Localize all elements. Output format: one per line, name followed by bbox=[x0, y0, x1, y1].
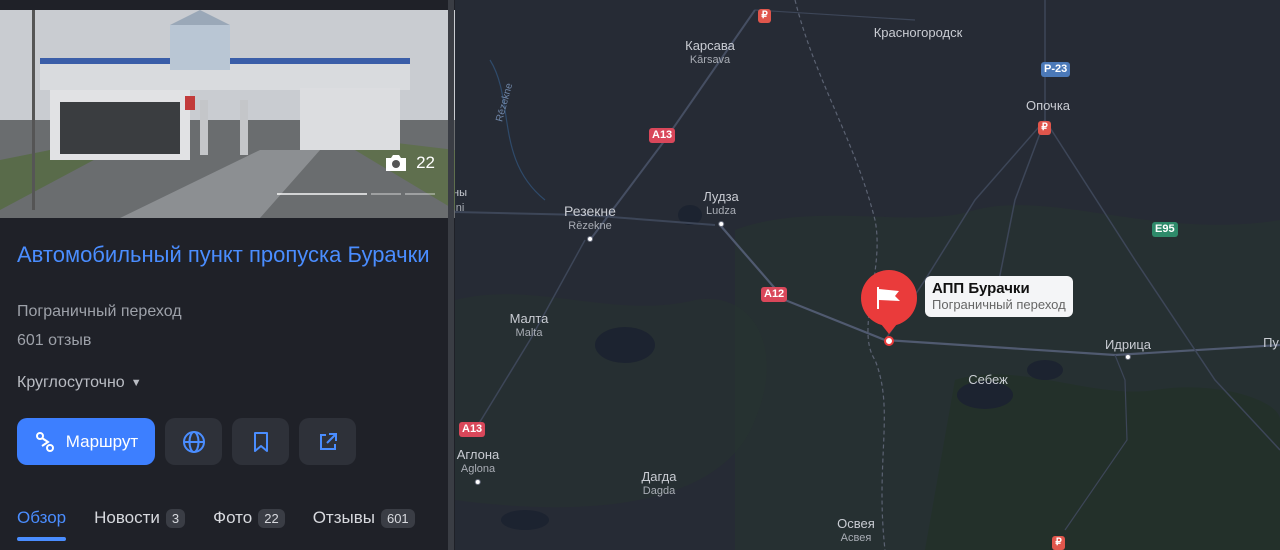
photo-indicator bbox=[371, 193, 401, 195]
road-badge-r23: P-23 bbox=[1041, 62, 1071, 77]
road-badge-e95: E95 bbox=[1152, 222, 1178, 237]
route-button[interactable]: Маршрут bbox=[17, 418, 155, 465]
city-name: Красногородск bbox=[873, 25, 963, 40]
tab-photos[interactable]: Фото 22 bbox=[213, 505, 285, 531]
route-button-label: Маршрут bbox=[65, 431, 139, 451]
city-name: Резекне bbox=[564, 203, 616, 219]
place-card: 22 Автомобильный пункт пропуска Бурачки … bbox=[0, 0, 455, 550]
save-bookmark-button[interactable] bbox=[232, 418, 289, 465]
map[interactable]: Карсава Kārsava Красногородск Опочка Рез… bbox=[455, 0, 1280, 550]
city-dot bbox=[718, 221, 724, 227]
city-name: Себеж bbox=[968, 372, 1008, 387]
pin-title: АПП Бурачки bbox=[932, 280, 1030, 297]
photo-count-value: 22 bbox=[416, 153, 435, 172]
photo-indicator bbox=[405, 193, 435, 195]
photo-indicator bbox=[277, 193, 367, 195]
place-point bbox=[884, 336, 894, 346]
city-osveya[interactable]: Освея Асвея bbox=[837, 516, 875, 546]
city-dot bbox=[475, 479, 481, 485]
place-pin[interactable] bbox=[861, 270, 917, 334]
globe-icon bbox=[182, 430, 205, 453]
website-button[interactable] bbox=[165, 418, 222, 465]
pin-subtitle: Пограничный переход bbox=[932, 297, 1066, 312]
reviews-count[interactable]: 601 отзыв bbox=[17, 332, 91, 350]
checkpoint-photo bbox=[0, 10, 455, 218]
camera-icon bbox=[386, 155, 407, 171]
city-dagda[interactable]: Дагда Dagda bbox=[641, 469, 676, 499]
road-badge-a13: A13 bbox=[649, 128, 676, 143]
action-buttons: Маршрут bbox=[17, 418, 356, 465]
city-name-latin: Rēzekne bbox=[568, 220, 612, 232]
tab-label: Отзывы bbox=[312, 508, 375, 527]
place-tabs: Обзор Новости 3 Фото 22 Отзывы 601 bbox=[17, 505, 415, 541]
city-karsava[interactable]: Карсава Kārsava bbox=[685, 38, 735, 68]
tab-label: Новости bbox=[94, 508, 160, 527]
city-name: Малта bbox=[509, 311, 549, 326]
tab-reviews[interactable]: Отзывы 601 bbox=[313, 505, 415, 531]
edge-label-text: ны bbox=[455, 187, 467, 199]
fuel-station-icon[interactable]: ₽ bbox=[1038, 121, 1051, 135]
edge-label-1: ны ni bbox=[455, 186, 467, 216]
city-name-latin: Malta bbox=[515, 327, 543, 339]
tab-overview[interactable]: Обзор bbox=[17, 505, 67, 541]
panel-scrollbar[interactable] bbox=[448, 0, 454, 550]
hours-label: Круглосуточно bbox=[17, 374, 125, 391]
share-button[interactable] bbox=[299, 418, 356, 465]
opening-hours[interactable]: Круглосуточно ▼ bbox=[17, 374, 142, 392]
city-name-latin: Ludza bbox=[706, 205, 736, 217]
tab-label: Фото bbox=[213, 508, 253, 527]
city-ludza[interactable]: Лудза Ludza bbox=[703, 189, 739, 227]
city-name: Идрица bbox=[1104, 337, 1152, 352]
city-aglona[interactable]: Аглона Aglona bbox=[456, 447, 500, 485]
city-name: Аглона bbox=[456, 447, 500, 462]
road-badge-a12: A12 bbox=[761, 287, 788, 302]
place-title: Автомобильный пункт пропуска Бурачки bbox=[17, 242, 430, 267]
city-malta[interactable]: Малта Malta bbox=[510, 311, 549, 341]
city-name: Пу bbox=[1263, 335, 1279, 350]
city-name: Опочка bbox=[1025, 98, 1071, 113]
share-icon bbox=[319, 432, 337, 450]
border-flag-icon bbox=[877, 287, 900, 309]
city-pu[interactable]: Пу bbox=[1263, 335, 1279, 350]
city-dot bbox=[1124, 354, 1131, 360]
route-icon bbox=[35, 431, 54, 452]
city-name-latin: Асвея bbox=[840, 532, 872, 544]
fuel-station-icon[interactable]: ₽ bbox=[758, 9, 771, 23]
city-name-latin: Kārsava bbox=[689, 54, 731, 66]
road-badge-a13: A13 bbox=[459, 422, 486, 437]
tab-badge: 22 bbox=[258, 508, 285, 528]
city-name: Освея bbox=[837, 516, 875, 531]
city-name-latin: Dagda bbox=[642, 485, 676, 497]
city-sebezh[interactable]: Себеж bbox=[968, 372, 1008, 387]
fuel-station-icon[interactable]: ₽ bbox=[1052, 536, 1065, 550]
city-krasnogorodsk[interactable]: Красногородск bbox=[874, 25, 963, 40]
city-opochka[interactable]: Опочка bbox=[1026, 98, 1070, 113]
map-base bbox=[455, 0, 1280, 550]
place-category: Пограничный переход bbox=[17, 303, 182, 320]
tab-badge: 601 bbox=[380, 508, 415, 528]
photo-indicators bbox=[0, 193, 435, 196]
city-dot bbox=[587, 236, 593, 242]
edge-label-text-latin: ni bbox=[455, 202, 465, 214]
chevron-down-icon: ▼ bbox=[130, 377, 142, 389]
tab-news[interactable]: Новости 3 bbox=[94, 505, 186, 531]
tab-badge: 3 bbox=[165, 508, 186, 528]
place-photo[interactable]: 22 bbox=[0, 10, 455, 218]
city-name: Лудза bbox=[703, 189, 739, 204]
pin-label[interactable]: АПП Бурачки Пограничный переход bbox=[925, 276, 1073, 317]
tab-label: Обзор bbox=[17, 508, 67, 527]
city-idritsa[interactable]: Идрица bbox=[1105, 337, 1151, 360]
photo-count[interactable]: 22 bbox=[384, 153, 435, 173]
city-name-latin: Aglona bbox=[460, 463, 496, 475]
city-name: Карсава bbox=[685, 38, 735, 53]
city-rezekne[interactable]: Резекне Rēzekne bbox=[564, 204, 616, 242]
bookmark-icon bbox=[253, 431, 268, 452]
city-name: Дагда bbox=[641, 469, 677, 484]
